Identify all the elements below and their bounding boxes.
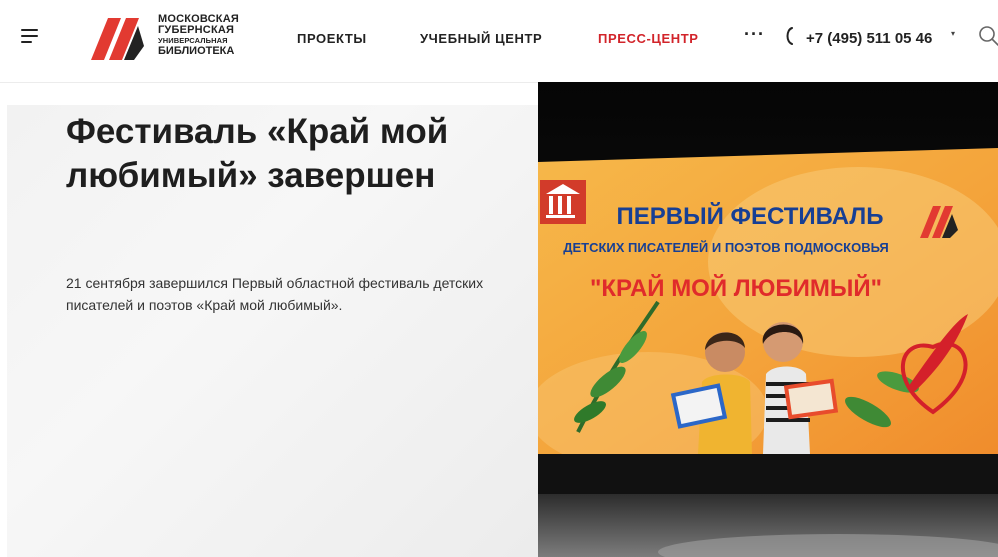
search-icon[interactable] [978, 25, 998, 47]
menu-icon[interactable] [21, 29, 38, 43]
site-header: МОСКОВСКАЯ ГУБЕРНСКАЯ УНИВЕРСАЛЬНАЯ БИБЛ… [0, 0, 998, 83]
screen-title-line1: ПЕРВЫЙ ФЕСТИВАЛЬ [617, 202, 884, 230]
logo-text: МОСКОВСКАЯ ГУБЕРНСКАЯ УНИВЕРСАЛЬНАЯ БИБЛ… [158, 14, 239, 57]
hero-photo: ПЕРВЫЙ ФЕСТИВАЛЬ ДЕТСКИХ ПИСАТЕЛЕЙ И ПОЭ… [538, 82, 998, 557]
nav-training-center[interactable]: УЧЕБНЫЙ ЦЕНТР [420, 31, 542, 46]
article-title[interactable]: Фестиваль «Край мой любимый» завершен [66, 110, 486, 198]
screen-title-line3: "КРАЙ МОЙ ЛЮБИМЫЙ" [590, 274, 882, 302]
chevron-down-icon[interactable]: ▾ [951, 29, 955, 38]
phone-number[interactable]: +7 (495) 511 05 46 [806, 30, 932, 47]
article-lead: 21 сентября завершился Первый областной … [66, 275, 484, 313]
screen-title-line2: ДЕТСКИХ ПИСАТЕЛЕЙ И ПОЭТОВ ПОДМОСКОВЬЯ [563, 240, 889, 255]
nav-press-center[interactable]: ПРЕСС-ЦЕНТР [598, 31, 699, 46]
hero-image[interactable]: ПЕРВЫЙ ФЕСТИВАЛЬ ДЕТСКИХ ПИСАТЕЛЕЙ И ПОЭ… [538, 82, 998, 557]
logo-mark-icon [91, 18, 144, 60]
logo-line-2: ГУБЕРНСКАЯ [158, 24, 235, 36]
logo-line-3: УНИВЕРСАЛЬНАЯ [158, 36, 228, 45]
logo-line-4: БИБЛИОТЕКА [158, 44, 235, 57]
phone-icon [786, 27, 793, 45]
nav-projects[interactable]: ПРОЕКТЫ [297, 31, 367, 46]
site-logo[interactable]: МОСКОВСКАЯ ГУБЕРНСКАЯ УНИВЕРСАЛЬНАЯ БИБЛ… [88, 12, 258, 64]
more-menu-button[interactable]: ··· [744, 24, 765, 45]
museum-logo-icon [540, 180, 586, 224]
